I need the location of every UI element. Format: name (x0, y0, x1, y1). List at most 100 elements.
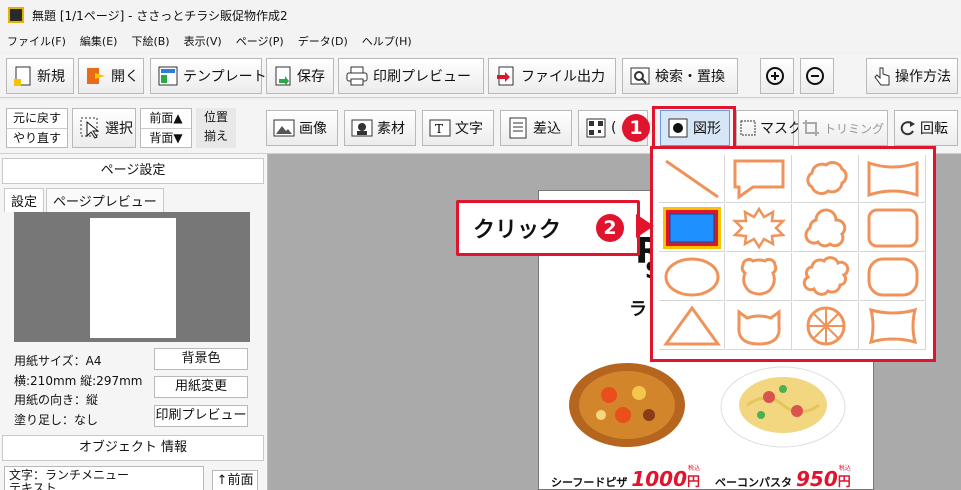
zoom-in-icon (766, 67, 784, 85)
scalloped-shape-icon (802, 255, 849, 296)
tab-settings[interactable]: 設定 (4, 188, 45, 212)
shape-speech-rect[interactable] (726, 155, 792, 203)
line-shape-icon (664, 159, 719, 198)
insert-doc-icon (509, 117, 527, 139)
save-button[interactable]: 保存 (266, 58, 334, 94)
shape-button-highlight (652, 106, 736, 150)
material-button[interactable]: 素材 (344, 110, 416, 146)
front-order-button[interactable]: ↑前面 (212, 470, 258, 490)
svg-text:T: T (435, 122, 443, 136)
pasta-image[interactable] (717, 359, 849, 451)
shape-sunflower[interactable] (793, 302, 859, 350)
shape-cushion[interactable] (860, 302, 926, 350)
paper-orientation-label: 用紙の向き：縦 (14, 393, 99, 407)
zoom-out-button[interactable] (800, 58, 834, 94)
search-replace-button[interactable]: 検索・置換 (622, 58, 738, 94)
pizza-name: シーフードピザ (551, 476, 628, 489)
open-button[interactable]: 開く (78, 58, 144, 94)
tab-page-preview[interactable]: ページプレビュー (46, 188, 164, 212)
export-icon (497, 66, 514, 86)
bring-front-button[interactable]: 前面▲ (141, 109, 191, 128)
app-icon (8, 7, 24, 23)
shape-rounded-rect-2[interactable] (860, 253, 926, 301)
paper-change-button[interactable]: 用紙変更 (154, 376, 248, 398)
mask-button[interactable]: マスク (736, 110, 802, 146)
template-icon (158, 66, 178, 86)
pasta-tax-label: 税込 (838, 465, 851, 472)
shape-ellipse[interactable] (659, 253, 725, 301)
menu-underlay[interactable]: 下絵(B) (124, 33, 176, 49)
menu-file[interactable]: ファイル(F) (0, 33, 73, 49)
redo-button[interactable]: やり直す (7, 128, 67, 147)
rectangle-shape-icon (662, 206, 721, 249)
shape-cloud-2[interactable] (793, 204, 859, 252)
menu-edit[interactable]: 編集(E) (73, 33, 125, 49)
zoom-in-button[interactable] (760, 58, 794, 94)
trimming-button[interactable]: トリミング (798, 110, 888, 146)
pasta-name: ベーコンパスタ (715, 476, 792, 489)
new-button[interactable]: 新規 (6, 58, 74, 94)
title-bar: 無題 [1/1ページ] - ささっとチラシ販促物作成2 (0, 0, 961, 30)
menu-item-pizza: シーフードピザ 1000 円 税込 (551, 465, 701, 490)
crop-icon (803, 120, 819, 136)
shape-bear[interactable] (726, 253, 792, 301)
howto-button[interactable]: 操作方法 (866, 58, 958, 94)
sunflower-shape-icon (806, 306, 845, 345)
qr-code-icon (586, 118, 606, 138)
send-back-button[interactable]: 背面▼ (141, 128, 191, 147)
order-group: 前面▲ 背面▼ (140, 108, 192, 148)
flower-shape-icon (803, 208, 846, 247)
rotate-button[interactable]: 回転 (894, 110, 958, 146)
align-button[interactable]: 位置 揃え (196, 108, 236, 148)
template-button[interactable]: テンプレート (150, 58, 267, 94)
text-tool-icon: T (429, 119, 451, 137)
wave-rect-shape-icon (867, 160, 918, 197)
background-color-button[interactable]: 背景色 (154, 348, 248, 370)
page-thumbnail-area (14, 212, 250, 342)
menu-help[interactable]: ヘルプ(H) (355, 33, 419, 49)
menu-bar: ファイル(F) 編集(E) 下絵(B) 表示(V) ページ(P) データ(D) … (0, 30, 961, 52)
open-folder-icon (87, 68, 105, 84)
material-icon (351, 119, 373, 137)
print-preview-button[interactable]: 印刷プレビュー (338, 58, 484, 94)
left-panel: ページ設定 設定 ページプレビュー 用紙サイズ：A4 横:210mm 縦:297… (0, 154, 268, 490)
menu-data[interactable]: データ(D) (291, 33, 355, 49)
file-output-button[interactable]: ファイル出力 (488, 58, 616, 94)
pizza-price: 1000 (631, 467, 688, 490)
pizza-price-unit: 円 (687, 475, 701, 490)
insert-button[interactable]: 差込 (500, 110, 572, 146)
shape-wave-rect[interactable] (860, 155, 926, 203)
menu-view[interactable]: 表示(V) (177, 33, 229, 49)
mask-icon (740, 120, 756, 136)
pizza-image[interactable] (565, 359, 689, 451)
shape-triangle[interactable] (659, 302, 725, 350)
hand-pointer-icon (874, 67, 890, 86)
shape-cloud-3[interactable] (793, 253, 859, 301)
settings-tabs: 設定 ページプレビュー (4, 188, 166, 212)
main-toolbar: 新規 開く テンプレート 保存 印刷プレビュー ファイル出力 検索・置換 操作方… (0, 54, 961, 98)
shape-burst[interactable] (726, 204, 792, 252)
bleed-label: 塗り足し：なし (14, 412, 99, 427)
new-file-icon (14, 66, 31, 86)
shape-line[interactable] (659, 155, 725, 203)
select-button[interactable]: 選択 (72, 108, 136, 148)
menu-item-pasta: ベーコンパスタ 950 円 税込 (715, 465, 851, 490)
pasta-price: 950 (796, 467, 838, 490)
print-preview-side-button[interactable]: 印刷プレビュー (154, 405, 248, 427)
shape-rounded-rect[interactable] (860, 204, 926, 252)
undo-button[interactable]: 元に戻す (7, 109, 67, 128)
burst-shape-icon (731, 206, 786, 249)
pasta-price-unit: 円 (837, 475, 851, 490)
shape-rectangle[interactable] (659, 204, 725, 252)
page-thumbnail[interactable] (90, 218, 176, 338)
text-button[interactable]: T 文字 (422, 110, 494, 146)
object-info-box[interactable]: 文字：ランチメニュー テキスト (4, 466, 204, 490)
shape-cloud-1[interactable] (793, 155, 859, 203)
shape-cat[interactable] (726, 302, 792, 350)
search-replace-icon (630, 67, 650, 85)
step-badge-2: 2 (596, 214, 624, 242)
zoom-out-icon (806, 67, 824, 85)
rounded-rect-2-shape-icon (867, 257, 918, 296)
menu-page[interactable]: ページ(P) (229, 33, 291, 49)
image-button[interactable]: 画像 (266, 110, 338, 146)
